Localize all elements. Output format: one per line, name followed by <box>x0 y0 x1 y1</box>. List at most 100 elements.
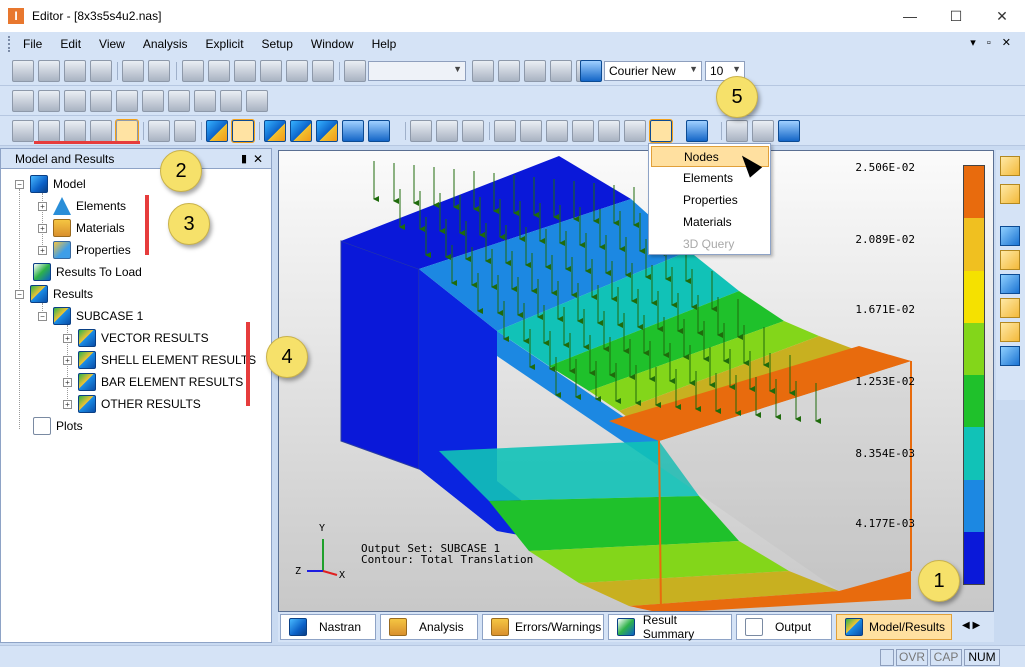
spc-sum-icon[interactable] <box>752 120 774 142</box>
mdi-controls[interactable]: ▾ ▫ ✕ <box>970 36 1015 49</box>
find-icon[interactable] <box>312 60 334 82</box>
expand-icon[interactable]: + <box>63 377 72 387</box>
menu-item-properties[interactable]: Properties <box>651 190 769 211</box>
tab-result-summary[interactable]: Result Summary <box>608 613 732 641</box>
tree-item-shell-element-results[interactable]: + SHELL ELEMENT RESULTS <box>63 350 256 370</box>
vector-icon[interactable] <box>342 120 364 142</box>
expand-icon[interactable]: + <box>63 399 72 409</box>
expand-icon[interactable]: + <box>38 223 47 233</box>
menu-file[interactable]: File <box>15 32 52 56</box>
fm-icon[interactable] <box>90 90 112 112</box>
tag-icon[interactable] <box>64 60 86 82</box>
view-cube-icon[interactable] <box>1000 184 1020 204</box>
expand-icon[interactable]: + <box>38 201 47 211</box>
font-combo[interactable]: Courier New ▼ <box>604 61 702 81</box>
probe-icon[interactable] <box>436 120 458 142</box>
menu-explicit[interactable]: Explicit <box>198 32 254 56</box>
expand-icon[interactable]: + <box>38 245 47 255</box>
cut-icon[interactable] <box>182 60 204 82</box>
previous-icon[interactable] <box>546 120 568 142</box>
tree-item-plots[interactable]: Plots <box>33 416 83 436</box>
menu-help[interactable]: Help <box>364 32 407 56</box>
function-icon[interactable] <box>12 90 34 112</box>
section-icon[interactable] <box>462 120 484 142</box>
view-bottom-icon[interactable] <box>1000 322 1020 342</box>
view-options-icon[interactable] <box>174 120 196 142</box>
freebody-icon[interactable] <box>368 120 390 142</box>
copy-file-icon[interactable] <box>90 60 112 82</box>
view-cube-icon[interactable] <box>1000 156 1020 176</box>
next-bookmark-icon[interactable] <box>550 60 572 82</box>
view-top-icon[interactable] <box>1000 250 1020 270</box>
find-replace-icon[interactable] <box>344 60 366 82</box>
sigma-icon[interactable] <box>116 90 138 112</box>
copy-icon[interactable] <box>208 60 230 82</box>
expand-icon[interactable]: + <box>63 355 72 365</box>
pin-icon[interactable]: ▮ <box>241 149 247 169</box>
tree-item-results-to-load[interactable]: Results To Load <box>33 262 142 282</box>
view-iso-icon[interactable] <box>1000 346 1020 366</box>
menu-view[interactable]: View <box>91 32 135 56</box>
pick-query-icon[interactable] <box>686 120 708 142</box>
animate-icon[interactable] <box>316 120 338 142</box>
style-combo[interactable]: ▼ <box>368 61 466 81</box>
tree-item-subcase-1[interactable]: − SUBCASE 1 <box>38 306 143 326</box>
tree-item-bar-element-results[interactable]: + BAR ELEMENT RESULTS <box>63 372 243 392</box>
tree-item-elements[interactable]: + Elements <box>38 196 126 216</box>
tree-item-vector-results[interactable]: + VECTOR RESULTS <box>63 328 209 348</box>
refresh-icon[interactable] <box>38 60 60 82</box>
pan-icon[interactable] <box>115 119 139 143</box>
menu-edit[interactable]: Edit <box>52 32 91 56</box>
tab-output[interactable]: Output <box>736 614 832 640</box>
next-icon[interactable] <box>572 120 594 142</box>
down-icon[interactable] <box>624 120 646 142</box>
font-icon[interactable] <box>580 60 602 82</box>
view-side-icon[interactable] <box>1000 274 1020 294</box>
close-window-button[interactable]: ✕ <box>979 0 1025 32</box>
print-icon[interactable] <box>122 60 144 82</box>
collapse-icon[interactable]: − <box>38 311 47 321</box>
minimize-button[interactable]: — <box>887 0 933 32</box>
view-front-icon[interactable] <box>1000 226 1020 246</box>
collapse-icon[interactable]: − <box>15 179 24 189</box>
menu-item-materials[interactable]: Materials <box>651 212 769 233</box>
load-results-icon[interactable] <box>520 120 542 142</box>
paste-icon[interactable] <box>234 60 256 82</box>
deform-contour-icon[interactable] <box>290 120 312 142</box>
collapse-icon[interactable]: − <box>15 289 24 299</box>
zoom-icon[interactable] <box>38 120 60 142</box>
up-icon[interactable] <box>598 120 620 142</box>
redo-icon[interactable] <box>286 60 308 82</box>
chart-icon[interactable] <box>410 120 432 142</box>
warning-icon[interactable] <box>246 90 268 112</box>
rotate-icon[interactable] <box>90 120 112 142</box>
epsilon-icon[interactable] <box>64 90 86 112</box>
integral-icon[interactable] <box>38 90 60 112</box>
tree-item-properties[interactable]: + Properties <box>38 240 131 260</box>
zoom-fit-icon[interactable] <box>64 120 86 142</box>
indent-icon[interactable] <box>472 60 494 82</box>
graphics-viewport[interactable]: 2.506E-02 2.089E-02 1.671E-02 1.253E-02 … <box>278 150 994 612</box>
list-icon[interactable] <box>494 120 516 142</box>
grid-icon[interactable] <box>194 90 216 112</box>
tree-item-results[interactable]: − Results <box>15 284 93 304</box>
matrix-icon[interactable] <box>142 90 164 112</box>
layout-icon[interactable] <box>778 120 800 142</box>
contour-view-icon[interactable] <box>231 119 255 143</box>
tab-nastran[interactable]: Nastran <box>280 614 376 640</box>
tab-errors-warnings[interactable]: Errors/Warnings <box>482 614 604 640</box>
graph-icon[interactable] <box>726 120 748 142</box>
close-icon[interactable]: ✕ <box>253 149 263 169</box>
om-icon[interactable] <box>168 90 190 112</box>
export-icon[interactable] <box>148 60 170 82</box>
menu-analysis[interactable]: Analysis <box>135 32 198 56</box>
outdent-icon[interactable] <box>498 60 520 82</box>
menu-setup[interactable]: Setup <box>254 32 303 56</box>
menu-window[interactable]: Window <box>303 32 364 56</box>
table-icon[interactable] <box>220 90 242 112</box>
tree-item-materials[interactable]: + Materials <box>38 218 125 238</box>
tree-item-other-results[interactable]: + OTHER RESULTS <box>63 394 201 414</box>
solid-view-icon[interactable] <box>206 120 228 142</box>
deform-icon[interactable] <box>264 120 286 142</box>
undo-icon[interactable] <box>260 60 282 82</box>
